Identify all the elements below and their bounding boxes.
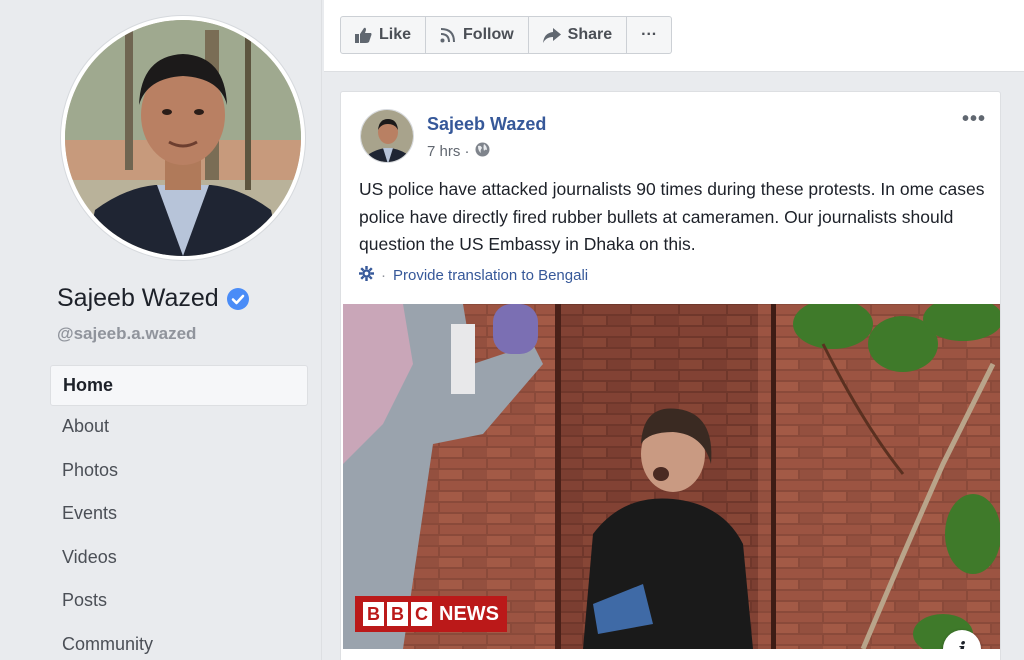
page-action-bar: Like Follow Share ··· xyxy=(324,0,1024,72)
page-nav: Home About Photos Events Videos Posts Co… xyxy=(50,365,308,660)
post-author-avatar[interactable] xyxy=(360,109,414,163)
nav-item-community[interactable]: Community xyxy=(50,624,308,660)
rss-icon xyxy=(440,27,456,43)
bbc-letter: C xyxy=(411,602,432,626)
post-timestamp: 7 hrs · xyxy=(427,142,490,161)
profile-picture[interactable] xyxy=(60,15,306,261)
nav-item-about[interactable]: About xyxy=(50,406,308,450)
post-author-name[interactable]: Sajeeb Wazed xyxy=(427,114,546,135)
page-handle[interactable]: @sajeeb.a.wazed xyxy=(57,324,196,344)
gear-icon xyxy=(359,266,374,285)
post-card: Sajeeb Wazed 7 hrs · ••• US police have … xyxy=(340,91,1001,660)
bbc-news-watermark: B B C NEWS xyxy=(355,596,507,632)
post-image[interactable]: B B C NEWS i xyxy=(343,304,1000,649)
bbc-letter: B xyxy=(387,602,408,626)
bbc-letter: B xyxy=(363,602,384,626)
bbc-news-word: NEWS xyxy=(439,602,499,625)
page-title: Sajeeb Wazed xyxy=(57,284,250,313)
translate-label: Provide translation to Bengali xyxy=(393,267,589,284)
globe-icon[interactable] xyxy=(475,142,490,161)
nav-item-photos[interactable]: Photos xyxy=(50,450,308,494)
page-name-text: Sajeeb Wazed xyxy=(57,284,219,312)
translate-link[interactable]: · Provide translation to Bengali xyxy=(359,266,588,285)
share-arrow-icon xyxy=(542,27,561,43)
nav-item-videos[interactable]: Videos xyxy=(50,537,308,581)
page-sidebar: Sajeeb Wazed @sajeeb.a.wazed Home About … xyxy=(0,0,322,660)
share-label: Share xyxy=(567,26,613,43)
like-button[interactable]: Like xyxy=(340,16,427,54)
more-dots-icon: ··· xyxy=(641,26,658,43)
verified-badge-icon xyxy=(226,287,250,311)
more-actions-button[interactable]: ··· xyxy=(627,16,673,54)
follow-button[interactable]: Follow xyxy=(426,16,529,54)
post-time[interactable]: 7 hrs · xyxy=(427,143,470,160)
nav-item-posts[interactable]: Posts xyxy=(50,580,308,624)
thumbs-up-icon xyxy=(355,27,372,43)
nav-item-events[interactable]: Events xyxy=(50,493,308,537)
like-label: Like xyxy=(379,26,412,43)
post-options-icon[interactable]: ••• xyxy=(962,108,986,131)
profile-photo xyxy=(65,20,301,256)
post-body: US police have attacked journalists 90 t… xyxy=(359,179,985,254)
nav-item-home[interactable]: Home xyxy=(50,365,308,406)
share-button[interactable]: Share xyxy=(528,16,628,54)
follow-label: Follow xyxy=(463,26,514,43)
page-actions: Like Follow Share ··· xyxy=(340,16,673,54)
translate-separator: · xyxy=(381,267,386,284)
